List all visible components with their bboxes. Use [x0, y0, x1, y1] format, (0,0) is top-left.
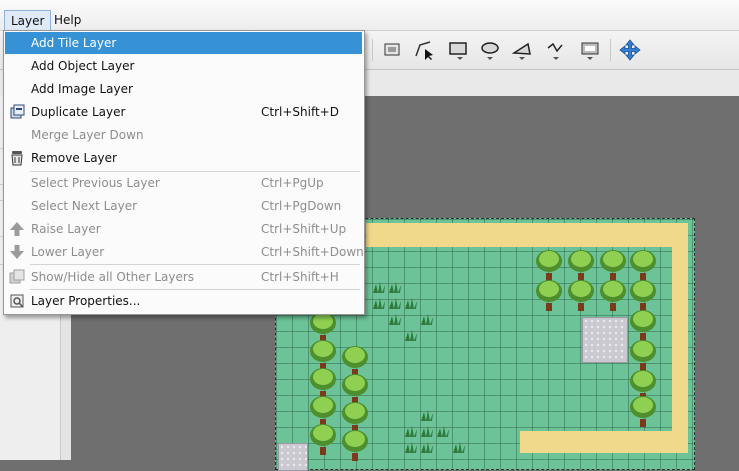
insert-tile-tool-icon[interactable]: [576, 37, 604, 63]
stone-tile: [278, 443, 308, 471]
tall-grass-icon: [389, 298, 401, 309]
insert-polyline2-tool-icon[interactable]: [542, 37, 570, 63]
menu-item-label: Select Previous Layer: [31, 176, 160, 190]
layers-icon: [9, 269, 25, 284]
tall-grass-icon: [373, 298, 385, 309]
move-tool-icon[interactable]: [616, 37, 644, 63]
insert-ellipse-tool-icon[interactable]: [476, 37, 504, 63]
menu-item-label: Lower Layer: [31, 245, 105, 259]
properties-icon: [10, 294, 24, 308]
tree-icon: [310, 424, 336, 455]
toolbar-separator: [372, 39, 373, 61]
menu-item-shortcut: Ctrl+Shift+Up: [261, 222, 347, 236]
menu-item-shortcut: Ctrl+Shift+D: [261, 105, 339, 119]
tall-grass-icon: [421, 442, 433, 453]
menu-item-shortcut: Ctrl+PgDown: [261, 199, 342, 213]
menu-item-show-hide-other-layers[interactable]: Show/Hide all Other Layers Ctrl+Shift+H: [5, 266, 362, 288]
menu-item-label: Show/Hide all Other Layers: [31, 270, 195, 284]
menu-item-label: Remove Layer: [31, 151, 117, 165]
menu-item-select-next-layer[interactable]: Select Next Layer Ctrl+PgDown: [5, 195, 362, 217]
menu-item-shortcut: Ctrl+Shift+Down: [261, 245, 364, 259]
menu-item-add-image-layer[interactable]: Add Image Layer: [5, 78, 362, 100]
menu-item-shortcut: Ctrl+PgUp: [261, 176, 324, 190]
menu-bar: Layer Help: [0, 0, 739, 31]
tree-icon: [600, 280, 626, 311]
menu-item-label: Merge Layer Down: [31, 128, 144, 142]
tall-grass-icon: [405, 298, 417, 309]
menu-item-duplicate-layer[interactable]: Duplicate Layer Ctrl+Shift+D: [5, 101, 362, 123]
menu-item-shortcut: Ctrl+Shift+H: [261, 270, 339, 284]
tall-grass-icon: [437, 426, 449, 437]
menu-item-label: Add Tile Layer: [31, 36, 117, 50]
insert-polyline-tool-icon[interactable]: [410, 37, 438, 63]
tall-grass-icon: [421, 410, 433, 421]
menu-item-label: Raise Layer: [31, 222, 101, 236]
menu-item-select-previous-layer[interactable]: Select Previous Layer Ctrl+PgUp: [5, 172, 362, 194]
tall-grass-icon: [405, 442, 417, 453]
tree-icon: [568, 280, 594, 311]
layer-menu: Add Tile Layer Add Object Layer Add Imag…: [3, 30, 365, 315]
menu-item-layer-properties[interactable]: Layer Properties...: [5, 290, 362, 312]
sand-path-bottom: [520, 431, 688, 453]
tall-grass-icon: [405, 330, 417, 341]
menu-item-label: Select Next Layer: [31, 199, 138, 213]
menu-layer[interactable]: Layer: [4, 10, 52, 31]
tall-grass-icon: [453, 442, 465, 453]
tall-grass-icon: [389, 314, 401, 325]
tall-grass-icon: [421, 426, 433, 437]
sand-path-right: [672, 223, 688, 453]
tall-grass-icon: [373, 282, 385, 293]
menu-item-label: Duplicate Layer: [31, 105, 126, 119]
tall-grass-icon: [389, 282, 401, 293]
menu-item-label: Layer Properties...: [31, 294, 141, 308]
menu-item-add-object-layer[interactable]: Add Object Layer: [5, 55, 362, 77]
tall-grass-icon: [421, 314, 433, 325]
insert-rectangle-tool-icon[interactable]: [444, 37, 472, 63]
menu-item-lower-layer[interactable]: Lower Layer Ctrl+Shift+Down: [5, 241, 364, 263]
menu-item-label: Add Image Layer: [31, 82, 133, 96]
sand-path-top: [366, 223, 688, 247]
duplicate-icon: [10, 104, 25, 119]
toolbar-separator: [610, 39, 611, 61]
tree-icon: [630, 396, 656, 427]
tall-grass-icon: [405, 426, 417, 437]
menu-item-remove-layer[interactable]: Remove Layer: [5, 147, 362, 169]
menu-item-raise-layer[interactable]: Raise Layer Ctrl+Shift+Up: [5, 218, 362, 240]
menu-help[interactable]: Help: [48, 10, 87, 30]
trash-icon: [11, 151, 23, 166]
insert-polygon-tool-icon[interactable]: [508, 37, 536, 63]
stone-tile: [582, 317, 628, 363]
insert-image-tool-icon[interactable]: [378, 37, 406, 63]
tree-icon: [536, 280, 562, 311]
menu-item-add-tile-layer[interactable]: Add Tile Layer: [5, 32, 362, 54]
menu-item-label: Add Object Layer: [31, 59, 135, 73]
arrow-down-icon: [10, 245, 24, 259]
arrow-up-icon: [10, 222, 24, 236]
menu-item-merge-layer-down[interactable]: Merge Layer Down: [5, 124, 362, 146]
menu-separator: [30, 264, 360, 265]
